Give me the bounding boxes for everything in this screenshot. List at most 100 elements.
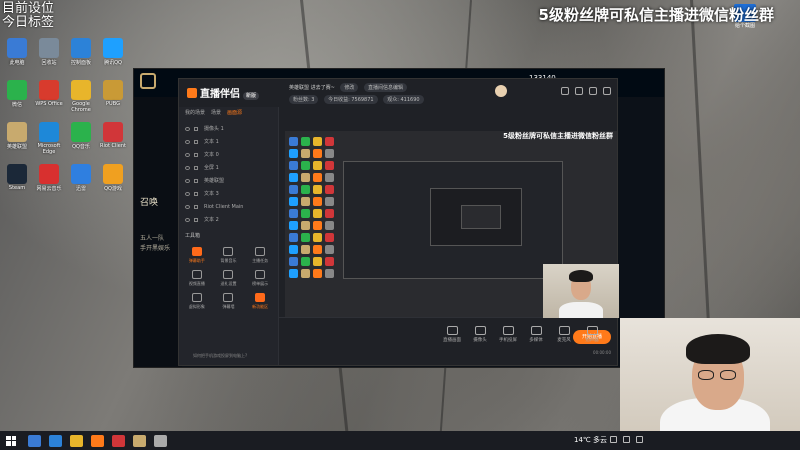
- room-info-button[interactable]: 直播间信息编辑: [363, 83, 407, 92]
- preview-icon: [325, 185, 334, 194]
- taskbar-app-icon[interactable]: [112, 434, 125, 447]
- stat-viewers: 观众: 411690: [383, 95, 424, 104]
- lock-icon[interactable]: [589, 87, 597, 95]
- eye-icon[interactable]: [185, 152, 190, 157]
- weather-widget[interactable]: 14℃ 多云: [574, 435, 607, 445]
- desktop-icon[interactable]: Steam: [2, 164, 32, 191]
- desktop-icon[interactable]: Google Chrome: [66, 80, 96, 113]
- preview-icon: [289, 161, 298, 170]
- tool-icon: [191, 247, 202, 256]
- desktop-icon[interactable]: 控制面板: [66, 38, 96, 66]
- taskbar-app-icon[interactable]: [28, 434, 41, 447]
- stat-fans: 粉丝数: 3: [289, 95, 319, 104]
- volume-icon[interactable]: [623, 436, 630, 443]
- lock-icon[interactable]: [194, 126, 198, 131]
- source-item[interactable]: 全屏 1: [179, 161, 278, 174]
- app-icon: [39, 38, 59, 58]
- streaming-app-window[interactable]: 直播伴侣 新版 我的场景 场景 画面源 摄像头 1 文本 1 文本 0 全屏 1 英雄联盟…: [178, 78, 618, 366]
- windows-start-icon[interactable]: [6, 435, 16, 446]
- taskbar-app-icon[interactable]: [91, 434, 104, 447]
- desktop-icon[interactable]: WPS Office: [34, 80, 64, 107]
- lock-icon[interactable]: [194, 139, 198, 144]
- tool-button[interactable]: 背景音乐: [213, 247, 245, 264]
- desktop-icon[interactable]: Microsoft Edge: [34, 122, 64, 155]
- input-method-icon[interactable]: [636, 436, 643, 443]
- tab-my-scenes[interactable]: 我的场景: [185, 109, 205, 116]
- tool-button[interactable]: 虚拟形象: [181, 293, 213, 310]
- edit-title-button[interactable]: 修改: [340, 83, 359, 92]
- preview-icon: [325, 257, 334, 266]
- preview-icon: [301, 161, 310, 170]
- taskbar-app-icon[interactable]: [49, 434, 62, 447]
- preview-icon: [301, 197, 310, 206]
- desktop-icon[interactable]: 迅雷: [66, 164, 96, 192]
- control-button[interactable]: 摄像头: [467, 326, 493, 343]
- desktop-icon[interactable]: QQ音乐: [66, 122, 96, 150]
- eye-icon[interactable]: [185, 139, 190, 144]
- preview-icon: [313, 209, 322, 218]
- nested-preview-2: [430, 188, 522, 246]
- desktop-icon[interactable]: 此电脑: [2, 38, 32, 66]
- webcam-small: [543, 264, 619, 318]
- source-item[interactable]: 摄像头 1: [179, 122, 278, 135]
- lock-icon[interactable]: [194, 178, 198, 183]
- control-button[interactable]: 麦克风: [551, 326, 577, 343]
- desktop-icon[interactable]: QQ游戏: [98, 164, 128, 192]
- lock-icon[interactable]: [194, 152, 198, 157]
- tab-sources[interactable]: 画面源: [227, 109, 242, 116]
- tool-button[interactable]: 弹幕助手: [181, 247, 213, 264]
- desktop-icon[interactable]: 微信: [2, 80, 32, 108]
- eye-icon[interactable]: [185, 178, 190, 183]
- preview-icon: [325, 137, 334, 146]
- tool-button[interactable]: 新功能区: [244, 293, 276, 310]
- tool-button[interactable]: 主播任务: [244, 247, 276, 264]
- bell-icon[interactable]: [575, 87, 583, 95]
- help-link[interactable]: 如何把手机游戏投屏到电脑上?: [193, 353, 247, 359]
- eye-icon[interactable]: [185, 191, 190, 196]
- preview-icon: [289, 197, 298, 206]
- preview-icon: [325, 269, 334, 278]
- source-item[interactable]: 文本 2: [179, 213, 278, 226]
- tab-scenes[interactable]: 场景: [211, 109, 221, 116]
- desktop-icon[interactable]: PUBG: [98, 80, 128, 107]
- preview-icon: [325, 233, 334, 242]
- tool-button[interactable]: 送礼设置: [213, 270, 245, 287]
- lock-icon[interactable]: [194, 204, 198, 209]
- lock-icon[interactable]: [194, 165, 198, 170]
- tool-icon: [255, 247, 266, 256]
- source-item[interactable]: 文本 3: [179, 187, 278, 200]
- tool-button[interactable]: 视频直播: [181, 270, 213, 287]
- source-item[interactable]: 文本 0: [179, 148, 278, 161]
- eye-icon[interactable]: [185, 204, 190, 209]
- desktop-icon[interactable]: 腾讯QQ: [98, 38, 128, 66]
- lock-icon[interactable]: [194, 191, 198, 196]
- tool-icon: [255, 293, 266, 302]
- eye-icon[interactable]: [185, 165, 190, 170]
- taskbar-app-icon[interactable]: [154, 434, 167, 447]
- desktop-icon[interactable]: 回收站: [34, 38, 64, 66]
- network-icon[interactable]: [610, 436, 617, 443]
- source-item[interactable]: Riot Client Main: [179, 200, 278, 213]
- desktop-icon[interactable]: Riot Client: [98, 122, 128, 149]
- eye-icon[interactable]: [185, 217, 190, 222]
- desktop-icon[interactable]: 英雄联盟: [2, 122, 32, 150]
- tool-button[interactable]: 榜单展示: [244, 270, 276, 287]
- taskbar-app-icon[interactable]: [70, 434, 83, 447]
- user-avatar[interactable]: [495, 85, 507, 97]
- stream-info-bar: 英雄联盟 进去了赛~ 修改 直播间信息编辑 粉丝数: 3 今日收益: 75698…: [279, 79, 617, 107]
- control-button[interactable]: 扬声器: [579, 326, 605, 343]
- tool-button[interactable]: 弹幕墙: [213, 293, 245, 310]
- taskbar-app-icon[interactable]: [133, 434, 146, 447]
- control-button[interactable]: 手机投屏: [495, 326, 521, 343]
- preview-icon: [301, 233, 310, 242]
- control-button[interactable]: 多媒体: [523, 326, 549, 343]
- share-icon[interactable]: [603, 87, 611, 95]
- desktop-icon[interactable]: 网易云音乐: [34, 164, 64, 192]
- app-icon: [103, 164, 123, 184]
- gift-icon[interactable]: [561, 87, 569, 95]
- source-item[interactable]: 英雄联盟: [179, 174, 278, 187]
- control-button[interactable]: 直播画面: [439, 326, 465, 343]
- lock-icon[interactable]: [194, 217, 198, 222]
- source-item[interactable]: 文本 1: [179, 135, 278, 148]
- eye-icon[interactable]: [185, 126, 190, 131]
